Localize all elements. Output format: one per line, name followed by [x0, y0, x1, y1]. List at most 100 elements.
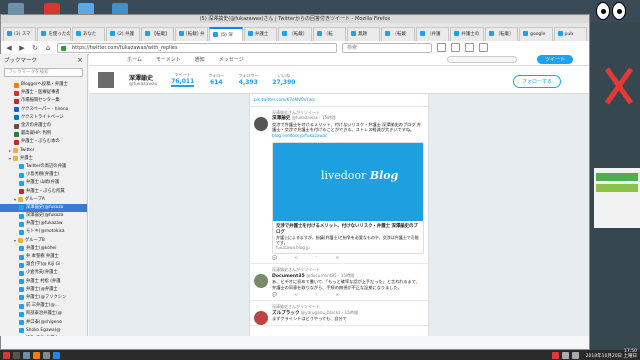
forward-button[interactable]: ▶: [18, 44, 26, 52]
bookmark-item[interactable]: 弁護士(@フリクシン: [0, 294, 87, 302]
bookmark-item[interactable]: ククスペーパー - hirono: [0, 106, 87, 114]
bookmark-item[interactable]: 深澤諭史(@fukaza: [0, 212, 87, 220]
tweet[interactable]: 深澤諭史さんがリツイート 深澤諭史 @fukazawas · 15時間 交渉で弁…: [250, 107, 428, 265]
bookmark-folder[interactable]: ▾ グループA: [0, 196, 87, 204]
back-button[interactable]: ◀: [5, 44, 13, 52]
browser-tab[interactable]: 〔転載: [381, 27, 415, 41]
tweet-actions[interactable]: 💬 ⟲ ♡ ✉: [272, 255, 424, 261]
bookmark-item[interactable]: 前 三弁護士(@...: [0, 302, 87, 310]
nav-messages[interactable]: メッセージ: [219, 56, 244, 63]
twitter-search-input[interactable]: [446, 56, 517, 63]
browser-tab[interactable]: 〔転: [312, 27, 347, 41]
avatar[interactable]: [97, 71, 115, 89]
files-icon[interactable]: [23, 351, 30, 359]
browser-icon[interactable]: [33, 351, 40, 359]
bookmark-item[interactable]: 金沢の弁護士の: [0, 122, 87, 130]
bookmark-item[interactable]: 弁護士(@kohei: [0, 245, 87, 253]
bookmark-item[interactable]: 津久 真治 弁護士: [0, 335, 87, 337]
tweet[interactable]: 深澤諭史さんがリツイート Document35 @document35 · 15…: [250, 264, 428, 302]
bookmark-item[interactable]: 諏合(学(@ Kiji Gi: [0, 261, 87, 269]
mail-icon[interactable]: [53, 351, 60, 359]
bookmark-item[interactable]: 弁 本聖樹 弁護士: [0, 253, 87, 261]
bookmark-item[interactable]: 深澤諭史(@fukaza: [0, 203, 87, 212]
bookmark-item[interactable]: 弁護士(@弁護士: [0, 286, 87, 294]
tweet-avatar[interactable]: [254, 311, 268, 326]
bookmark-item[interactable]: Twitterの周辺の弁護: [0, 163, 87, 171]
side-window[interactable]: [594, 168, 640, 228]
tweet-button[interactable]: ツイート: [536, 55, 573, 64]
browser-tab[interactable]: を使ったの: [37, 27, 71, 41]
ime-icon[interactable]: [551, 351, 559, 359]
bookmark-item[interactable]: 弁護士 山崎(弁護: [0, 179, 87, 187]
browser-tab[interactable]: (5) 深: [209, 27, 243, 41]
browser-tab[interactable]: [転載] 弁: [175, 27, 209, 41]
settings-icon[interactable]: [43, 351, 50, 359]
follow-button[interactable]: フォローする: [512, 75, 561, 88]
network-icon[interactable]: [571, 351, 579, 359]
terminal-icon[interactable]: [13, 351, 20, 359]
bookmark-folder[interactable]: ▾ 弁護士: [0, 155, 87, 163]
bookmark-item[interactable]: 弁護士 村松 (弁護: [0, 278, 87, 286]
bookmark-item[interactable]: 弁護士・医療従事者: [0, 89, 87, 97]
bookmark-folder[interactable]: ▸ Twitter: [0, 147, 87, 155]
bookmark-item[interactable]: 弁護士・ぷらむ所属: [0, 187, 87, 195]
menu-icon[interactable]: [479, 43, 488, 52]
browser-tab[interactable]: 【転載】: [140, 27, 175, 41]
link-card[interactable]: livedoor Blog 交渉で弁護士を付けるメリット、付けないリスク・弁護士…: [272, 141, 424, 254]
sidebar-icon[interactable]: [451, 43, 460, 52]
volume-icon[interactable]: [561, 351, 569, 359]
browser-tab[interactable]: 弁護士: [243, 27, 278, 41]
sidebar-title[interactable]: ブックマーク: [4, 56, 37, 64]
bookmark-item[interactable]: ククストライトページ: [0, 114, 87, 122]
tweet-link[interactable]: blog.livedoor.jp/fukazawa/: [272, 133, 424, 139]
browser-tab[interactable]: 弁護士の: [450, 27, 484, 41]
clock[interactable]: 17:50 2018年10月20日 土曜日: [586, 349, 637, 360]
tweet-link[interactable]: pic.twitter.com/K7eMV0xYwa: [254, 97, 424, 103]
browser-tab[interactable]: 無題: [347, 27, 381, 41]
bookmark-item[interactable]: Shoko Egawa(@: [0, 327, 87, 335]
tweet-actions[interactable]: 💬 ⟲ ♡ ✉: [272, 292, 424, 298]
browser-tab[interactable]: (2) 弁護: [106, 27, 140, 41]
nav-moments[interactable]: モーメント: [156, 56, 181, 63]
bookmark-folder[interactable]: ▾ グループB: [0, 237, 87, 245]
nav-notifications[interactable]: 通知: [195, 56, 205, 63]
extension-icon[interactable]: [465, 43, 474, 52]
browser-tab[interactable]: 〔弁護: [415, 27, 450, 41]
nav-home[interactable]: ホーム: [127, 56, 142, 63]
stat-likes[interactable]: いいね 27,390: [272, 73, 295, 86]
tweet-author[interactable]: ズルブラック: [272, 311, 300, 316]
browser-tab[interactable]: google: [519, 27, 553, 41]
bookmark-item[interactable]: 市場振興センター集: [0, 97, 87, 105]
browser-tab[interactable]: pub: [553, 27, 587, 41]
bookmark-search-input[interactable]: ブックマークを検索: [4, 68, 83, 77]
browser-tab[interactable]: (3) スマ: [3, 27, 37, 41]
tweet-avatar[interactable]: [254, 274, 268, 289]
bookmark-item[interactable]: 井口泰(@shigeno: [0, 318, 87, 326]
home-button[interactable]: ⌂: [44, 44, 52, 52]
tweet-author[interactable]: 深澤諭史: [272, 116, 290, 121]
browser-tab[interactable]: 〔転載〕: [484, 27, 519, 41]
bookmark-item[interactable]: 最高裁HP: 判例: [0, 130, 87, 138]
bookmark-item[interactable]: モトキ(@motokisa: [0, 228, 87, 236]
start-menu-icon[interactable]: [3, 351, 10, 359]
bookmark-item[interactable]: 小倉秀夫(弁護士: [0, 269, 87, 277]
browser-tab[interactable]: 〔転載〕: [278, 27, 312, 41]
tweet[interactable]: pic.twitter.com/K7eMV0xYwa: [250, 94, 428, 107]
bookmark-item[interactable]: 弁護士(@fukazaw: [0, 220, 87, 228]
bookmark-label: ククスペーパー - hirono: [21, 106, 69, 112]
bookmark-item[interactable]: 阿部泰治弁護士(@: [0, 310, 87, 318]
browser-tab[interactable]: あなた: [71, 27, 106, 41]
stat-followers[interactable]: フォロワー 4,393: [238, 73, 258, 86]
library-icon[interactable]: [437, 43, 446, 52]
bookmark-item[interactable]: Bloggerへ投稿・弁護士: [0, 81, 87, 89]
bookmark-item[interactable]: 弁護士・ぷらむ本の: [0, 138, 87, 146]
url-bar[interactable]: https://twitter.com/fukazawas/with_repli…: [57, 42, 337, 53]
stat-following[interactable]: フォロー 614: [208, 73, 224, 86]
stat-tweets[interactable]: ツイート 76,011: [171, 72, 195, 87]
tweet-avatar[interactable]: [254, 116, 268, 131]
bookmark-item[interactable]: 小島秀樹(弁護士): [0, 171, 87, 179]
tweet[interactable]: 深澤諭史さんがリツイート ズルブラック @yaruganu_blackz · 1…: [250, 301, 428, 326]
close-icon[interactable]: ×: [77, 56, 83, 64]
search-input[interactable]: 検索: [342, 42, 432, 53]
reload-button[interactable]: ↻: [31, 44, 39, 52]
